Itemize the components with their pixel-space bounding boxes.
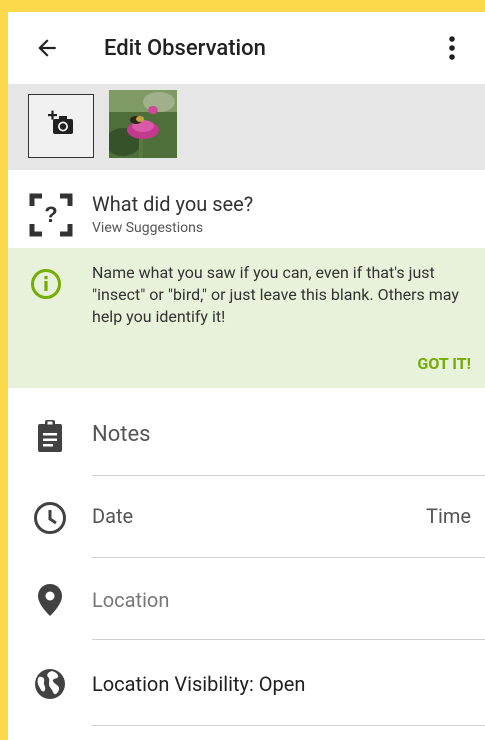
got-it-button[interactable]: GOT IT! <box>417 354 471 373</box>
globe-icon <box>32 666 68 702</box>
svg-text:?: ? <box>44 202 57 227</box>
location-placeholder: Location <box>92 588 170 612</box>
species-unknown-icon: ? <box>28 192 74 238</box>
info-icon <box>30 268 62 300</box>
top-app-bar: Edit Observation <box>8 12 485 84</box>
species-identification-row[interactable]: ? What did you see? View Suggestions <box>8 170 485 246</box>
app-screen: Edit Observation ? What did you see? Vie… <box>8 12 485 740</box>
photo-strip <box>8 84 485 170</box>
identification-tip-card: Name what you saw if you can, even if th… <box>8 248 485 388</box>
date-placeholder[interactable]: Date <box>92 504 133 528</box>
time-placeholder[interactable]: Time <box>426 504 471 528</box>
divider <box>92 725 485 726</box>
pin-icon <box>32 582 68 618</box>
notes-placeholder: Notes <box>92 422 151 447</box>
date-time-field[interactable]: Date Time <box>8 476 485 558</box>
add-photo-button[interactable] <box>28 94 94 158</box>
clock-icon <box>32 500 68 536</box>
species-prompt: What did you see? <box>92 192 254 216</box>
clipboard-icon <box>32 418 68 454</box>
arrow-back-icon[interactable] <box>28 29 66 67</box>
location-visibility-field[interactable]: Location Visibility: Open <box>8 640 485 726</box>
page-title: Edit Observation <box>104 35 266 61</box>
add-photo-icon <box>46 109 76 143</box>
location-field[interactable]: Location <box>8 558 485 640</box>
location-visibility-label: Location Visibility: Open <box>92 672 306 696</box>
tip-text: Name what you saw if you can, even if th… <box>92 263 459 326</box>
view-suggestions-link[interactable]: View Suggestions <box>92 220 203 236</box>
notes-field[interactable]: Notes <box>8 394 485 476</box>
observation-photo-thumbnail[interactable] <box>109 90 177 158</box>
more-vert-icon[interactable] <box>437 29 467 67</box>
